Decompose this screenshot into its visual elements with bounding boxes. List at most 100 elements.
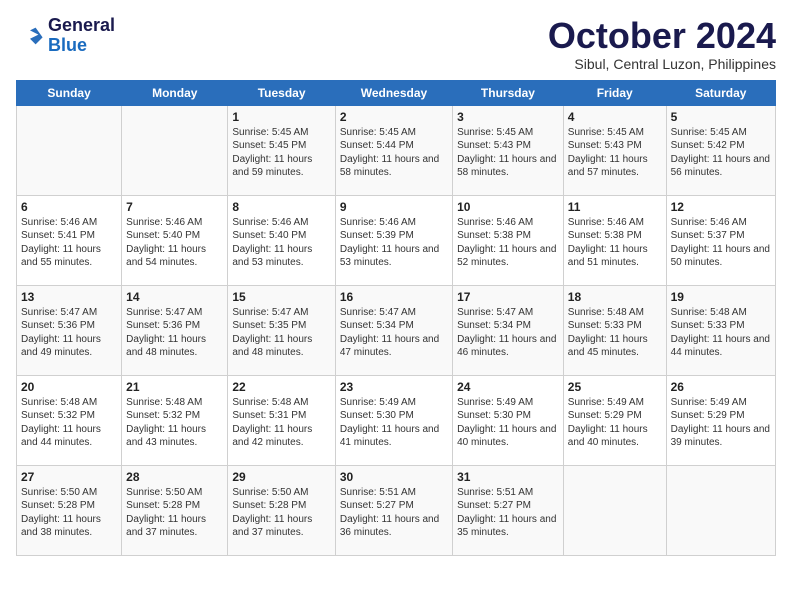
day-number: 18: [568, 290, 662, 304]
day-info: Sunrise: 5:46 AMSunset: 5:39 PMDaylight:…: [340, 216, 448, 270]
day-info: Sunrise: 5:47 AMSunset: 5:35 PMDaylight:…: [232, 306, 330, 360]
day-number: 22: [232, 380, 330, 394]
day-number: 5: [671, 110, 771, 124]
logo-line1: General: [48, 16, 115, 36]
day-info: Sunrise: 5:46 AMSunset: 5:41 PMDaylight:…: [21, 216, 117, 270]
logo-line2: Blue: [48, 36, 115, 56]
day-info: Sunrise: 5:48 AMSunset: 5:32 PMDaylight:…: [21, 396, 117, 450]
day-number: 31: [457, 470, 559, 484]
day-info: Sunrise: 5:49 AMSunset: 5:29 PMDaylight:…: [671, 396, 771, 450]
day-cell: 15 Sunrise: 5:47 AMSunset: 5:35 PMDayligh…: [228, 285, 335, 375]
page-header: General Blue October 2024 Sibul, Central…: [16, 16, 776, 72]
day-cell: 26 Sunrise: 5:49 AMSunset: 5:29 PMDayligh…: [666, 375, 775, 465]
day-cell: 17Sunrise: 5:47 AMSunset: 5:34 PMDayligh…: [453, 285, 564, 375]
logo-icon: [16, 22, 44, 50]
day-info: Sunrise: 5:49 AMSunset: 5:30 PMDaylight:…: [457, 396, 559, 450]
col-header-wednesday: Wednesday: [335, 80, 452, 105]
day-info: Sunrise: 5:46 AMSunset: 5:38 PMDaylight:…: [457, 216, 559, 270]
day-cell: 11Sunrise: 5:46 AMSunset: 5:38 PMDayligh…: [563, 195, 666, 285]
day-number: 7: [126, 200, 223, 214]
day-cell: 29 Sunrise: 5:50 AMSunset: 5:28 PMDayligh…: [228, 465, 335, 555]
day-number: 25: [568, 380, 662, 394]
day-cell: 1 Sunrise: 5:45 AMSunset: 5:45 PMDaylight…: [228, 105, 335, 195]
col-header-thursday: Thursday: [453, 80, 564, 105]
day-number: 16: [340, 290, 448, 304]
day-info: Sunrise: 5:45 AMSunset: 5:43 PMDaylight:…: [568, 126, 662, 180]
day-info: Sunrise: 5:48 AMSunset: 5:33 PMDaylight:…: [568, 306, 662, 360]
day-info: Sunrise: 5:47 AMSunset: 5:36 PMDaylight:…: [126, 306, 223, 360]
day-number: 3: [457, 110, 559, 124]
day-info: Sunrise: 5:47 AMSunset: 5:34 PMDaylight:…: [340, 306, 448, 360]
day-cell: 18 Sunrise: 5:48 AMSunset: 5:33 PMDayligh…: [563, 285, 666, 375]
day-number: 20: [21, 380, 117, 394]
day-number: 23: [340, 380, 448, 394]
day-number: 26: [671, 380, 771, 394]
day-cell: 20 Sunrise: 5:48 AMSunset: 5:32 PMDayligh…: [17, 375, 122, 465]
day-info: Sunrise: 5:46 AMSunset: 5:40 PMDaylight:…: [126, 216, 223, 270]
day-cell: 7 Sunrise: 5:46 AMSunset: 5:40 PMDaylight…: [122, 195, 228, 285]
day-number: 13: [21, 290, 117, 304]
day-number: 4: [568, 110, 662, 124]
day-cell: 3 Sunrise: 5:45 AMSunset: 5:43 PMDaylight…: [453, 105, 564, 195]
day-cell: [563, 465, 666, 555]
calendar-table: SundayMondayTuesdayWednesdayThursdayFrid…: [16, 80, 776, 556]
day-number: 9: [340, 200, 448, 214]
col-header-saturday: Saturday: [666, 80, 775, 105]
day-number: 21: [126, 380, 223, 394]
day-info: Sunrise: 5:51 AMSunset: 5:27 PMDaylight:…: [457, 486, 559, 540]
day-cell: 28Sunrise: 5:50 AMSunset: 5:28 PMDayligh…: [122, 465, 228, 555]
day-info: Sunrise: 5:48 AMSunset: 5:32 PMDaylight:…: [126, 396, 223, 450]
logo-text: General Blue: [48, 16, 115, 56]
day-number: 15: [232, 290, 330, 304]
week-row-4: 20 Sunrise: 5:48 AMSunset: 5:32 PMDayligh…: [17, 375, 776, 465]
day-number: 27: [21, 470, 117, 484]
day-number: 19: [671, 290, 771, 304]
day-info: Sunrise: 5:50 AMSunset: 5:28 PMDaylight:…: [232, 486, 330, 540]
day-cell: 10Sunrise: 5:46 AMSunset: 5:38 PMDayligh…: [453, 195, 564, 285]
day-cell: 8 Sunrise: 5:46 AMSunset: 5:40 PMDaylight…: [228, 195, 335, 285]
day-cell: 25Sunrise: 5:49 AMSunset: 5:29 PMDayligh…: [563, 375, 666, 465]
col-header-tuesday: Tuesday: [228, 80, 335, 105]
col-header-monday: Monday: [122, 80, 228, 105]
week-row-3: 13 Sunrise: 5:47 AMSunset: 5:36 PMDayligh…: [17, 285, 776, 375]
day-cell: 27 Sunrise: 5:50 AMSunset: 5:28 PMDayligh…: [17, 465, 122, 555]
day-cell: 16 Sunrise: 5:47 AMSunset: 5:34 PMDayligh…: [335, 285, 452, 375]
day-number: 8: [232, 200, 330, 214]
day-number: 28: [126, 470, 223, 484]
day-cell: 22Sunrise: 5:48 AMSunset: 5:31 PMDayligh…: [228, 375, 335, 465]
day-info: Sunrise: 5:46 AMSunset: 5:37 PMDaylight:…: [671, 216, 771, 270]
day-cell: [17, 105, 122, 195]
col-header-friday: Friday: [563, 80, 666, 105]
day-info: Sunrise: 5:51 AMSunset: 5:27 PMDaylight:…: [340, 486, 448, 540]
title-block: October 2024 Sibul, Central Luzon, Phili…: [548, 16, 776, 72]
day-info: Sunrise: 5:50 AMSunset: 5:28 PMDaylight:…: [21, 486, 117, 540]
day-cell: 2Sunrise: 5:45 AMSunset: 5:44 PMDaylight…: [335, 105, 452, 195]
month-title: October 2024: [548, 16, 776, 56]
day-info: Sunrise: 5:45 AMSunset: 5:45 PMDaylight:…: [232, 126, 330, 180]
day-cell: 19 Sunrise: 5:48 AMSunset: 5:33 PMDayligh…: [666, 285, 775, 375]
day-cell: 21 Sunrise: 5:48 AMSunset: 5:32 PMDayligh…: [122, 375, 228, 465]
day-number: 24: [457, 380, 559, 394]
day-info: Sunrise: 5:45 AMSunset: 5:44 PMDaylight:…: [340, 126, 448, 180]
day-cell: 23Sunrise: 5:49 AMSunset: 5:30 PMDayligh…: [335, 375, 452, 465]
day-info: Sunrise: 5:45 AMSunset: 5:43 PMDaylight:…: [457, 126, 559, 180]
day-number: 6: [21, 200, 117, 214]
week-row-1: 1 Sunrise: 5:45 AMSunset: 5:45 PMDaylight…: [17, 105, 776, 195]
header-row: SundayMondayTuesdayWednesdayThursdayFrid…: [17, 80, 776, 105]
day-cell: 30Sunrise: 5:51 AMSunset: 5:27 PMDayligh…: [335, 465, 452, 555]
day-cell: 5 Sunrise: 5:45 AMSunset: 5:42 PMDaylight…: [666, 105, 775, 195]
day-info: Sunrise: 5:47 AMSunset: 5:36 PMDaylight:…: [21, 306, 117, 360]
day-info: Sunrise: 5:45 AMSunset: 5:42 PMDaylight:…: [671, 126, 771, 180]
week-row-2: 6 Sunrise: 5:46 AMSunset: 5:41 PMDaylight…: [17, 195, 776, 285]
day-cell: 12Sunrise: 5:46 AMSunset: 5:37 PMDayligh…: [666, 195, 775, 285]
day-cell: [666, 465, 775, 555]
day-info: Sunrise: 5:46 AMSunset: 5:40 PMDaylight:…: [232, 216, 330, 270]
logo: General Blue: [16, 16, 115, 56]
day-number: 29: [232, 470, 330, 484]
day-cell: 13 Sunrise: 5:47 AMSunset: 5:36 PMDayligh…: [17, 285, 122, 375]
day-cell: [122, 105, 228, 195]
day-info: Sunrise: 5:48 AMSunset: 5:33 PMDaylight:…: [671, 306, 771, 360]
day-number: 1: [232, 110, 330, 124]
location-subtitle: Sibul, Central Luzon, Philippines: [548, 56, 776, 72]
week-row-5: 27 Sunrise: 5:50 AMSunset: 5:28 PMDayligh…: [17, 465, 776, 555]
